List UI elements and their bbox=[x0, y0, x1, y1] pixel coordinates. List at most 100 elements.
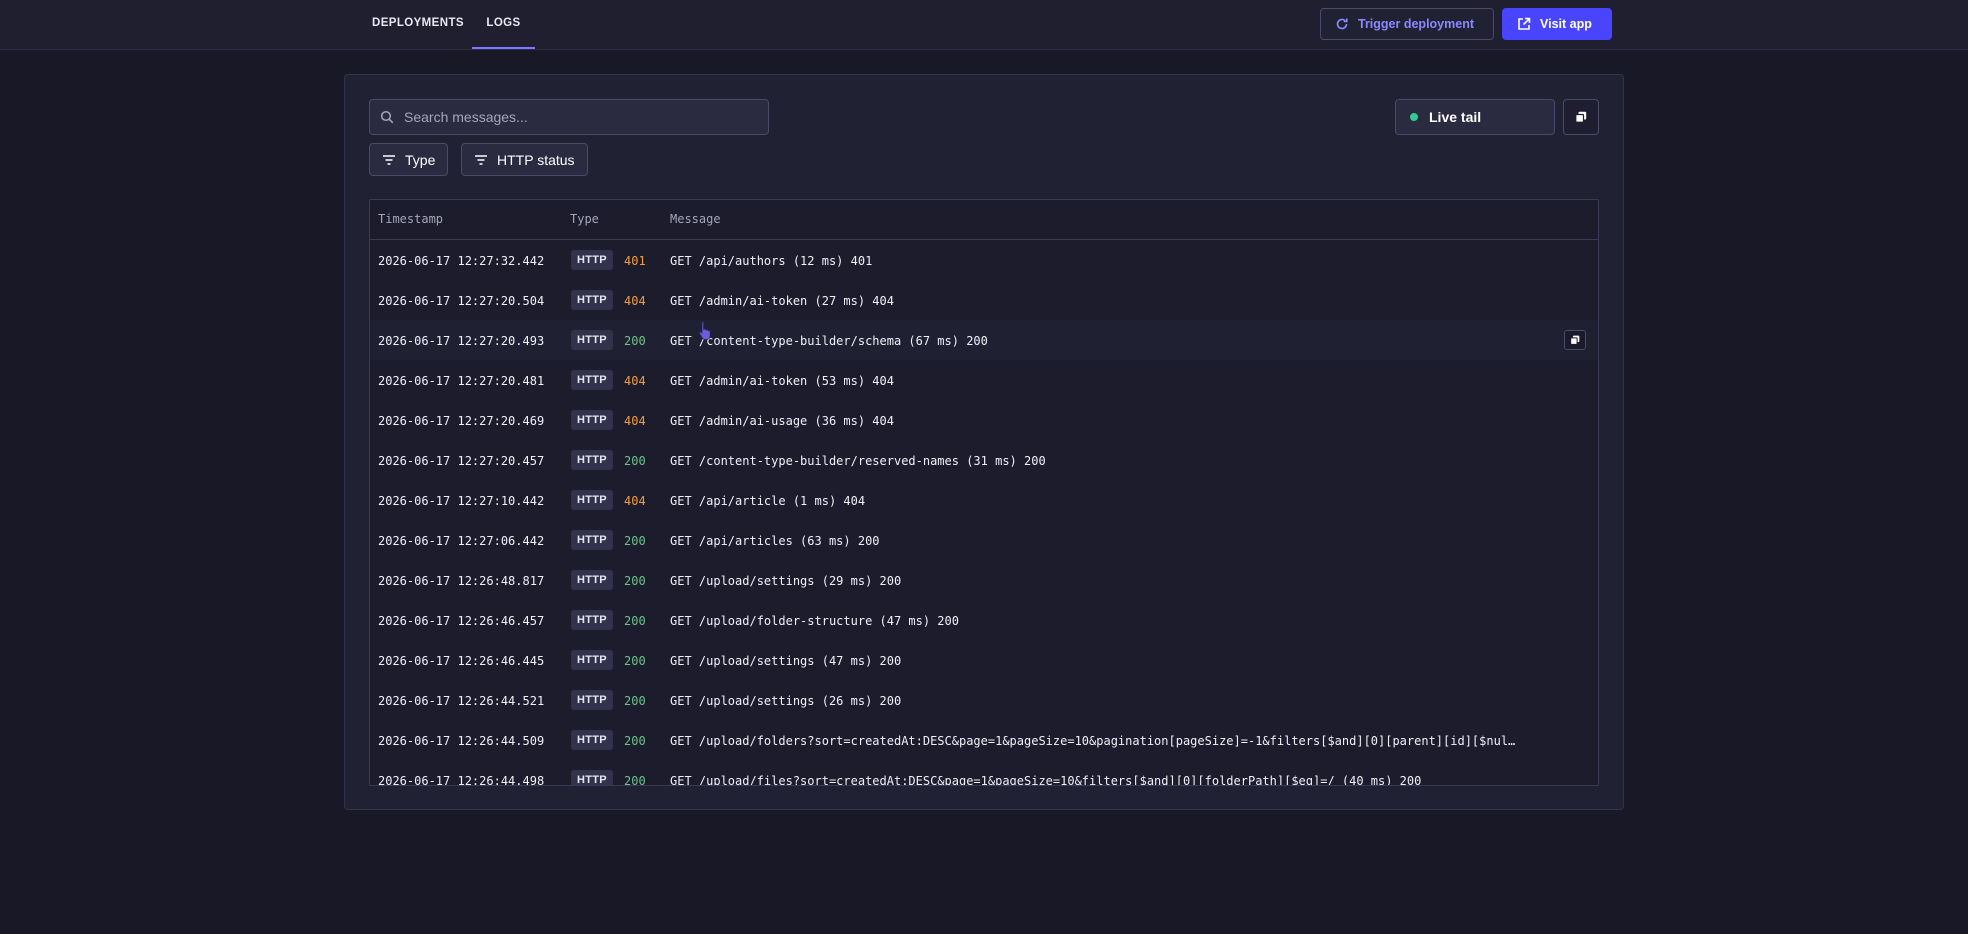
trigger-deployment-button[interactable]: Trigger deployment bbox=[1320, 8, 1494, 40]
log-type-badge: HTTP bbox=[571, 330, 613, 350]
log-timestamp: 2026-06-17 12:27:20.457 bbox=[378, 454, 545, 468]
log-timestamp: 2026-06-17 12:27:32.442 bbox=[378, 254, 545, 268]
log-timestamp: 2026-06-17 12:26:46.445 bbox=[378, 654, 545, 668]
log-timestamp: 2026-06-17 12:26:44.509 bbox=[378, 734, 545, 748]
log-row[interactable]: 2026-06-17 12:27:20.493 HTTP 200 GET /conte… bbox=[370, 320, 1598, 360]
log-type-badge: HTTP bbox=[571, 690, 613, 710]
log-status-code: 200 bbox=[624, 654, 646, 668]
log-timestamp: 2026-06-17 12:27:20.481 bbox=[378, 374, 545, 388]
log-type-badge: HTTP bbox=[571, 770, 613, 785]
search-box[interactable] bbox=[369, 99, 769, 135]
log-timestamp: 2026-06-17 12:27:20.493 bbox=[378, 334, 545, 348]
copy-icon bbox=[1575, 111, 1587, 123]
log-message: GET /admin/ai-usage (36 ms) 404 bbox=[670, 414, 894, 428]
log-row[interactable]: 2026-06-17 12:27:20.469 HTTP 404 GET /admin… bbox=[370, 400, 1598, 440]
column-header-message: Message bbox=[670, 212, 721, 226]
log-row[interactable]: 2026-06-17 12:27:20.504 HTTP 404 GET /admin… bbox=[370, 280, 1598, 320]
log-status-code: 404 bbox=[624, 494, 646, 508]
log-timestamp: 2026-06-17 12:27:20.504 bbox=[378, 294, 545, 308]
log-message: GET /upload/files?sort=createdAt:DESC&pa… bbox=[670, 774, 1422, 786]
tab-logs[interactable]: LOGS bbox=[472, 0, 535, 49]
live-tail-button[interactable]: Live tail bbox=[1395, 99, 1555, 135]
search-input[interactable] bbox=[402, 108, 746, 126]
log-message: GET /api/article (1 ms) 404 bbox=[670, 494, 866, 508]
log-type-badge: HTTP bbox=[571, 410, 613, 430]
log-row[interactable]: 2026-06-17 12:26:46.457 HTTP 200 GET /uploa… bbox=[370, 600, 1598, 640]
log-type-badge: HTTP bbox=[571, 250, 613, 270]
log-status-code: 200 bbox=[624, 534, 646, 548]
log-type-badge: HTTP bbox=[571, 570, 613, 590]
log-type-badge: HTTP bbox=[571, 290, 613, 310]
log-type-badge: HTTP bbox=[571, 650, 613, 670]
log-type-badge: HTTP bbox=[571, 370, 613, 390]
log-message: GET /admin/ai-token (53 ms) 404 bbox=[670, 374, 894, 388]
log-type-badge: HTTP bbox=[571, 490, 613, 510]
log-status-code: 200 bbox=[624, 694, 646, 708]
external-link-icon bbox=[1518, 17, 1531, 30]
log-status-code: 200 bbox=[624, 334, 646, 348]
log-row[interactable]: 2026-06-17 12:27:32.442 HTTP 401 GET /api/a… bbox=[370, 240, 1598, 280]
log-message: GET /content-type-builder/reserved-names… bbox=[670, 454, 1046, 468]
log-message: GET /admin/ai-token (27 ms) 404 bbox=[670, 294, 894, 308]
copy-logs-button[interactable] bbox=[1563, 99, 1599, 135]
tab-deployments[interactable]: DEPLOYMENTS bbox=[372, 0, 464, 49]
log-status-code: 404 bbox=[624, 374, 646, 388]
trigger-deployment-label: Trigger deployment bbox=[1358, 17, 1474, 31]
log-message: GET /upload/settings (26 ms) 200 bbox=[670, 694, 902, 708]
type-filter-label: Type bbox=[405, 151, 436, 168]
log-status-code: 200 bbox=[624, 614, 646, 628]
log-status-code: 200 bbox=[624, 574, 646, 588]
logs-table[interactable]: Timestamp Type Message 2026-06-17 12:27:… bbox=[369, 199, 1599, 786]
hand-cursor-icon bbox=[698, 321, 711, 340]
log-row[interactable]: 2026-06-17 12:26:44.509 HTTP 200 GET /uploa… bbox=[370, 720, 1598, 760]
log-row[interactable]: 2026-06-17 12:26:48.817 HTTP 200 GET /uploa… bbox=[370, 560, 1598, 600]
log-rows: 2026-06-17 12:27:32.442 HTTP 401 GET /api/a… bbox=[370, 240, 1598, 786]
filter-icon bbox=[475, 154, 487, 165]
log-status-code: 401 bbox=[624, 254, 646, 268]
log-type-badge: HTTP bbox=[571, 450, 613, 470]
copy-row-button[interactable] bbox=[1564, 330, 1586, 350]
search-icon bbox=[380, 110, 394, 124]
filter-icon bbox=[383, 154, 395, 165]
log-status-code: 200 bbox=[624, 454, 646, 468]
log-timestamp: 2026-06-17 12:26:48.817 bbox=[378, 574, 545, 588]
log-message: GET /upload/settings (29 ms) 200 bbox=[670, 574, 902, 588]
log-row[interactable]: 2026-06-17 12:26:44.521 HTTP 200 GET /uploa… bbox=[370, 680, 1598, 720]
log-row[interactable]: 2026-06-17 12:27:10.442 HTTP 404 GET /api/a… bbox=[370, 480, 1598, 520]
log-message: GET /api/articles (63 ms) 200 bbox=[670, 534, 880, 548]
visit-app-button[interactable]: Visit app bbox=[1502, 8, 1612, 40]
column-header-timestamp: Timestamp bbox=[378, 212, 444, 226]
type-filter-button[interactable]: Type bbox=[369, 143, 449, 176]
top-nav-bar: DEPLOYMENTS LOGS Trigger deployment Visi… bbox=[0, 0, 1968, 50]
visit-app-label: Visit app bbox=[1540, 17, 1592, 31]
log-message: GET /upload/folders?sort=createdAt:DESC&… bbox=[670, 734, 1516, 748]
log-timestamp: 2026-06-17 12:27:20.469 bbox=[378, 414, 545, 428]
http-status-filter-button[interactable]: HTTP status bbox=[461, 143, 588, 176]
refresh-icon bbox=[1336, 18, 1348, 30]
log-message: GET /upload/settings (47 ms) 200 bbox=[670, 654, 902, 668]
log-message: GET /api/authors (12 ms) 401 bbox=[670, 254, 873, 268]
log-message: GET /upload/folder-structure (47 ms) 200 bbox=[670, 614, 959, 628]
copy-icon bbox=[1570, 335, 1580, 345]
column-header-type: Type bbox=[570, 212, 599, 226]
log-timestamp: 2026-06-17 12:26:46.457 bbox=[378, 614, 545, 628]
table-header: Timestamp Type Message bbox=[370, 200, 1598, 240]
http-status-filter-label: HTTP status bbox=[497, 151, 575, 168]
log-row[interactable]: 2026-06-17 12:26:46.445 HTTP 200 GET /uploa… bbox=[370, 640, 1598, 680]
log-message: GET /content-type-builder/schema (67 ms)… bbox=[670, 334, 988, 348]
live-status-dot bbox=[1410, 113, 1418, 121]
log-status-code: 404 bbox=[624, 414, 646, 428]
log-status-code: 404 bbox=[624, 294, 646, 308]
logs-panel: Type HTTP status Live tail Timestamp Typ… bbox=[344, 74, 1624, 810]
log-row[interactable]: 2026-06-17 12:27:20.457 HTTP 200 GET /conte… bbox=[370, 440, 1598, 480]
log-status-code: 200 bbox=[624, 734, 646, 748]
log-row[interactable]: 2026-06-17 12:27:06.442 HTTP 200 GET /api/a… bbox=[370, 520, 1598, 560]
log-row[interactable]: 2026-06-17 12:27:20.481 HTTP 404 GET /admin… bbox=[370, 360, 1598, 400]
log-type-badge: HTTP bbox=[571, 530, 613, 550]
log-type-badge: HTTP bbox=[571, 610, 613, 630]
log-timestamp: 2026-06-17 12:26:44.521 bbox=[378, 694, 545, 708]
log-status-code: 200 bbox=[624, 774, 646, 786]
log-row[interactable]: 2026-06-17 12:26:44.498 HTTP 200 GET /uploa… bbox=[370, 760, 1598, 786]
live-tail-label: Live tail bbox=[1429, 109, 1482, 125]
log-timestamp: 2026-06-17 12:27:06.442 bbox=[378, 534, 545, 548]
